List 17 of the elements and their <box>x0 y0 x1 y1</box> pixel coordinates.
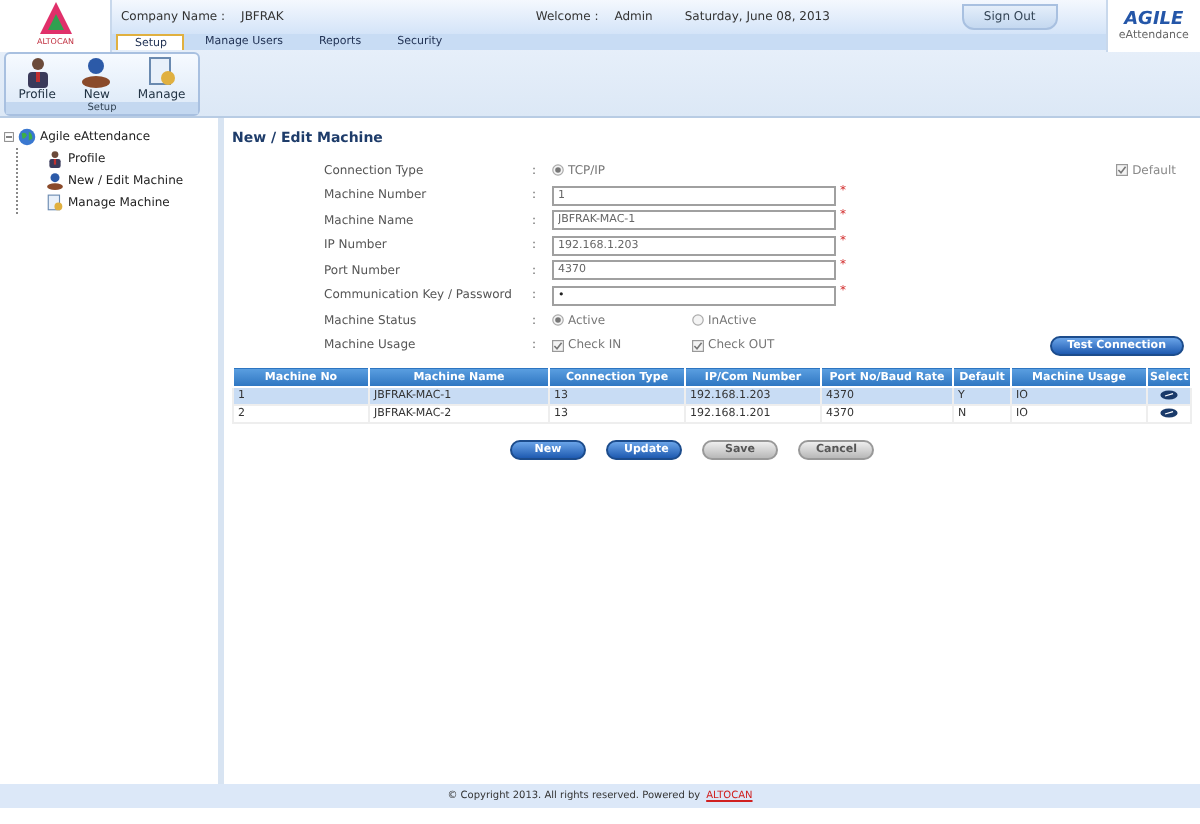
person-icon <box>46 150 64 168</box>
brand-name: AGILE <box>1124 10 1184 30</box>
checkbox[interactable] <box>692 339 704 352</box>
collapse-icon[interactable] <box>4 132 14 142</box>
globe-icon <box>18 128 36 146</box>
edit-icon[interactable] <box>1160 407 1178 417</box>
radio-button[interactable] <box>692 314 704 327</box>
checkbox[interactable] <box>552 339 564 352</box>
radio-button[interactable] <box>552 164 564 177</box>
checkbox[interactable] <box>1116 164 1129 177</box>
edit-icon[interactable] <box>1160 389 1178 399</box>
radio-button[interactable] <box>552 314 564 327</box>
document-icon <box>46 194 64 212</box>
person-icon <box>80 55 113 87</box>
person-icon <box>46 172 64 190</box>
document-icon <box>145 55 178 87</box>
logo-icon <box>37 0 74 36</box>
